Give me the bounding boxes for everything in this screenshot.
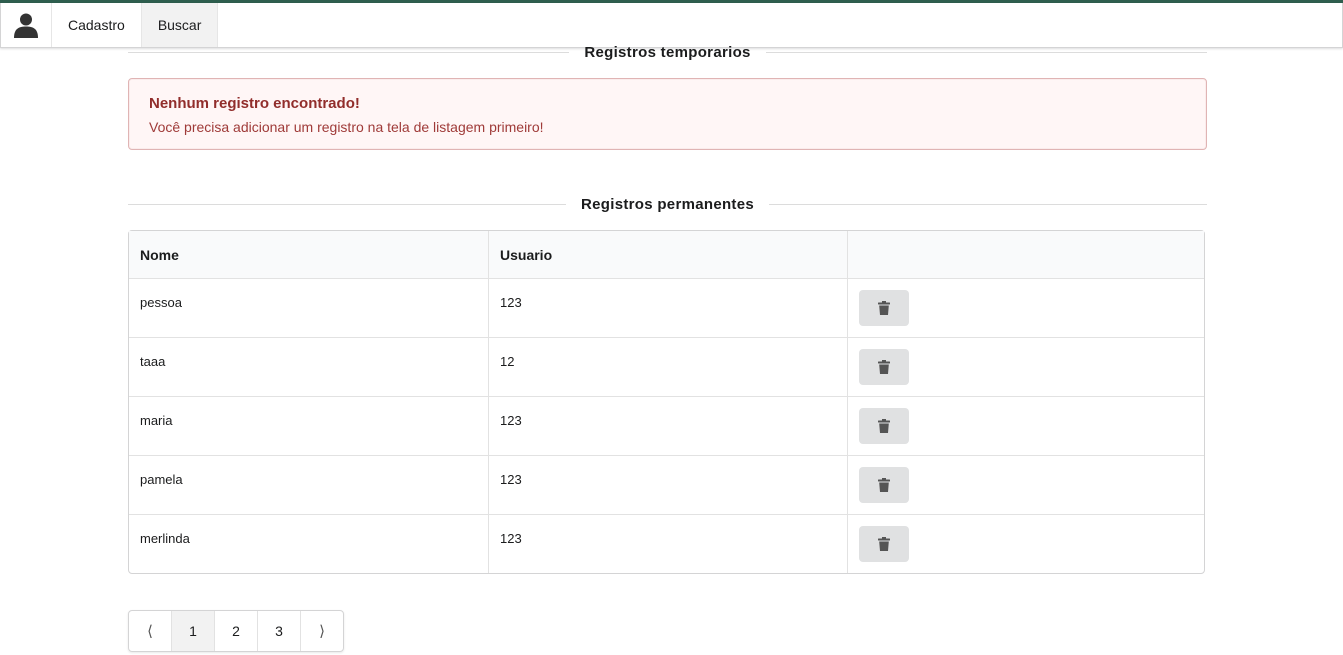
- cell-nome: maria: [129, 397, 488, 456]
- table-row: maria 123: [129, 397, 1204, 456]
- temporary-records-divider: Registros temporarios: [128, 44, 1207, 61]
- pagination-next-button[interactable]: ⟩: [300, 611, 343, 651]
- permanent-records-table: Nome Usuario pessoa 123 taaa 12 maria 12…: [128, 230, 1205, 574]
- delete-button[interactable]: [859, 290, 909, 326]
- trash-icon: [878, 478, 890, 492]
- permanent-records-divider: Registros permanentes: [128, 196, 1207, 213]
- cell-usuario: 123: [488, 397, 847, 456]
- table-row: merlinda 123: [129, 515, 1204, 573]
- user-icon: [14, 13, 38, 38]
- column-header-nome: Nome: [129, 231, 488, 279]
- divider-line: [128, 52, 570, 53]
- divider-line: [128, 204, 566, 205]
- cell-actions: [847, 279, 1204, 338]
- alert-header: Nenhum registro encontrado!: [149, 95, 360, 112]
- no-records-alert: Nenhum registro encontrado! Você precisa…: [128, 78, 1207, 150]
- delete-button[interactable]: [859, 408, 909, 444]
- usuario-value: 123: [500, 413, 522, 428]
- nome-value: maria: [140, 413, 173, 428]
- table-row: pamela 123: [129, 456, 1204, 515]
- cell-actions: [847, 338, 1204, 397]
- cell-actions: [847, 456, 1204, 515]
- column-header-actions: [847, 231, 1204, 279]
- table-header-row: Nome Usuario: [129, 231, 1204, 279]
- pagination-page-1[interactable]: 1: [171, 611, 214, 651]
- nome-value: taaa: [140, 354, 166, 369]
- cell-nome: pamela: [129, 456, 488, 515]
- cell-actions: [847, 397, 1204, 456]
- table-row: taaa 12: [129, 338, 1204, 397]
- table-row: pessoa 123: [129, 279, 1204, 338]
- permanent-records-title: Registros permanentes: [580, 196, 755, 213]
- trash-icon: [878, 360, 890, 374]
- nome-value: pamela: [140, 472, 183, 487]
- delete-button[interactable]: [859, 526, 909, 562]
- temporary-records-title: Registros temporarios: [584, 44, 751, 61]
- cell-nome: merlinda: [129, 515, 488, 573]
- divider-line: [765, 52, 1207, 53]
- nome-value: pessoa: [140, 295, 182, 310]
- pagination-page-3[interactable]: 3: [257, 611, 300, 651]
- delete-button[interactable]: [859, 467, 909, 503]
- delete-button[interactable]: [859, 349, 909, 385]
- trash-icon: [878, 301, 890, 315]
- nav-item-cadastro[interactable]: Cadastro: [52, 3, 142, 47]
- usuario-value: 12: [500, 354, 515, 369]
- usuario-value: 123: [500, 472, 522, 487]
- pagination: ⟨ 1 2 3 ⟩: [128, 610, 344, 652]
- cell-usuario: 123: [488, 456, 847, 515]
- nav-item-label: Buscar: [157, 17, 202, 33]
- usuario-value: 123: [500, 531, 522, 546]
- trash-icon: [878, 419, 890, 433]
- divider-line: [769, 204, 1207, 205]
- nav-item-buscar[interactable]: Buscar: [141, 3, 219, 47]
- top-navbar: Cadastro Buscar: [0, 3, 1343, 48]
- cell-nome: taaa: [129, 338, 488, 397]
- cell-usuario: 123: [488, 515, 847, 573]
- cell-usuario: 12: [488, 338, 847, 397]
- column-header-usuario: Usuario: [488, 231, 847, 279]
- pagination-page-2[interactable]: 2: [214, 611, 257, 651]
- alert-message: Você precisa adicionar um registro na te…: [149, 119, 544, 135]
- cell-nome: pessoa: [129, 279, 488, 338]
- user-avatar[interactable]: [1, 3, 52, 47]
- cell-usuario: 123: [488, 279, 847, 338]
- pagination-prev-button[interactable]: ⟨: [129, 611, 171, 651]
- nome-value: merlinda: [140, 531, 190, 546]
- cell-actions: [847, 515, 1204, 573]
- trash-icon: [878, 537, 890, 551]
- usuario-value: 123: [500, 295, 522, 310]
- nav-item-label: Cadastro: [68, 17, 125, 33]
